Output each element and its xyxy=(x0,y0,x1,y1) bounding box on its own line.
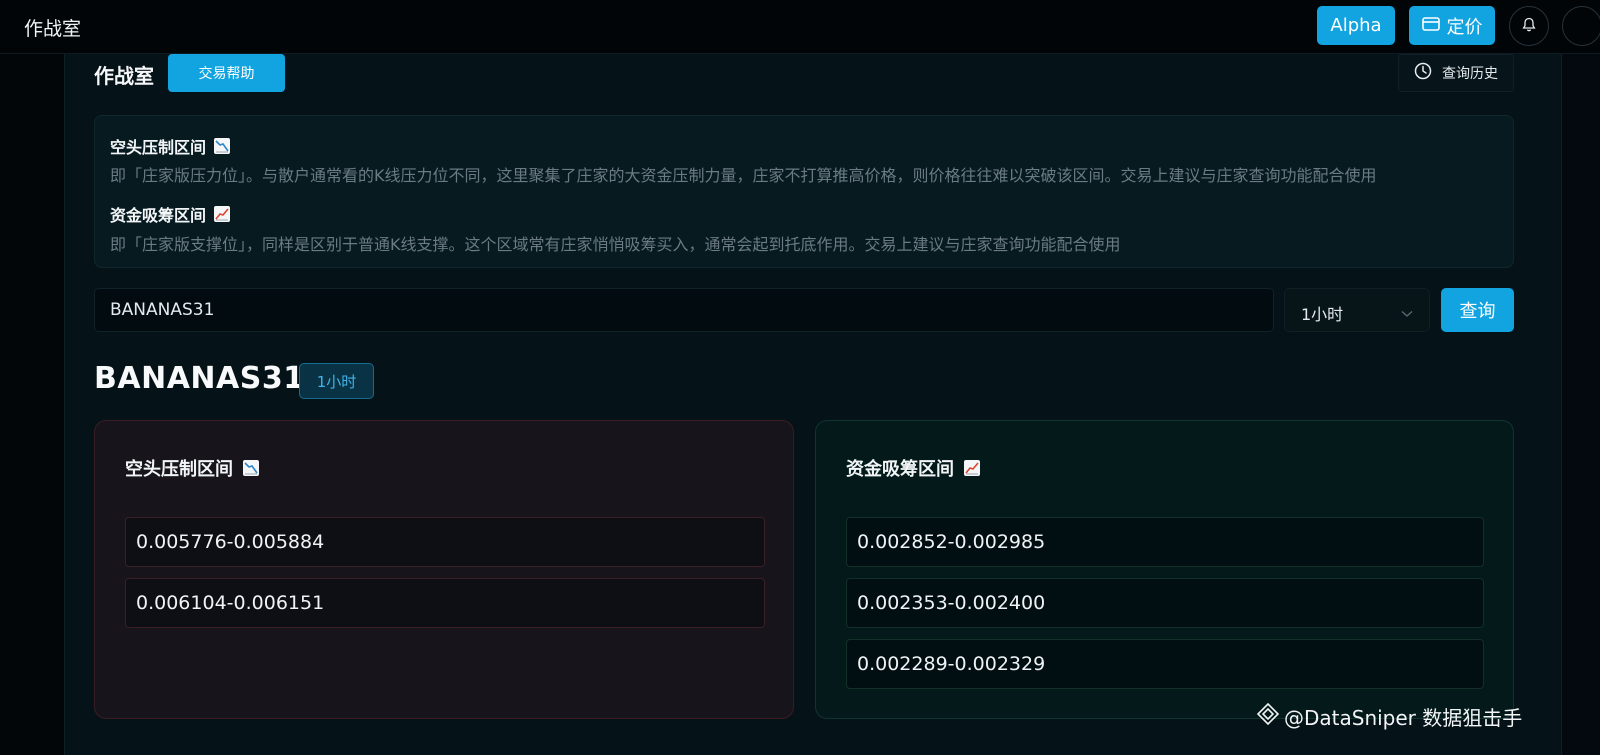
pricing-button-label: 定价 xyxy=(1446,16,1483,38)
alpha-button-label: Alpha xyxy=(1330,15,1382,36)
zone-explanation-box: 空头压制区间 即「庄家版压力位」。与散户通常看的K线压力位不同，这里聚集了庄家的… xyxy=(94,115,1514,268)
long-zone-range: 0.002852-0.002985 xyxy=(846,517,1484,567)
long-zone-card: 资金吸筹区间 0.002852-0.002985 0.002353-0.0024… xyxy=(815,420,1514,719)
chart-increasing-icon xyxy=(214,206,231,222)
result-symbol: BANANAS31 xyxy=(94,361,305,396)
pricing-button[interactable]: 定价 xyxy=(1409,6,1495,45)
short-zone-card-title-text: 空头压制区间 xyxy=(125,459,233,480)
short-zone-range: 0.005776-0.005884 xyxy=(125,517,765,567)
watermark: @DataSniper 数据狙击手 xyxy=(1256,702,1522,731)
long-zone-card-title: 资金吸筹区间 xyxy=(846,455,980,481)
query-button[interactable]: 查询 xyxy=(1441,288,1514,332)
short-zone-card-title: 空头压制区间 xyxy=(125,455,259,481)
alpha-button[interactable]: Alpha xyxy=(1317,6,1395,45)
short-zone-card: 空头压制区间 0.005776-0.005884 0.006104-0.0061… xyxy=(94,420,794,719)
app-title: 作战室 xyxy=(24,18,82,40)
long-zone-description: 即「庄家版支撑位」，同样是区别于普通K线支撑。这个区域常有庄家悄悄吸筹买入，通常… xyxy=(110,235,1121,254)
short-zone-range: 0.006104-0.006151 xyxy=(125,578,765,628)
page-title: 作战室 xyxy=(94,64,154,88)
symbol-search-input[interactable] xyxy=(94,288,1274,332)
interval-select[interactable]: 1小时 xyxy=(1284,288,1430,332)
diamond-logo-icon xyxy=(1256,702,1280,731)
query-button-label: 查询 xyxy=(1459,301,1496,322)
long-zone-range: 0.002289-0.002329 xyxy=(846,639,1484,689)
chart-increasing-icon xyxy=(964,460,980,476)
long-zone-heading: 资金吸筹区间 xyxy=(110,202,231,226)
chart-decreasing-icon xyxy=(214,138,231,154)
short-zone-heading: 空头压制区间 xyxy=(110,134,231,158)
query-history-label: 查询历史 xyxy=(1442,66,1498,82)
short-zone-heading-text: 空头压制区间 xyxy=(110,138,207,157)
card-icon xyxy=(1421,15,1440,36)
clock-icon xyxy=(1414,62,1432,84)
long-zone-range: 0.002353-0.002400 xyxy=(846,578,1484,628)
top-bar: 作战室 Alpha 定价 xyxy=(0,0,1600,54)
bell-icon xyxy=(1522,17,1536,36)
avatar-button[interactable] xyxy=(1562,6,1600,46)
trade-help-label: 交易帮助 xyxy=(198,66,255,82)
sidebar-rail xyxy=(0,54,64,755)
notification-button[interactable] xyxy=(1509,6,1549,46)
trade-help-button[interactable]: 交易帮助 xyxy=(168,54,285,92)
interval-select-value: 1小时 xyxy=(1301,305,1344,324)
long-zone-heading-text: 资金吸筹区间 xyxy=(110,206,207,225)
long-zone-card-title-text: 资金吸筹区间 xyxy=(846,459,954,480)
query-history-button[interactable]: 查询历史 xyxy=(1398,54,1514,92)
chevron-down-icon xyxy=(1401,303,1413,322)
watermark-text: @DataSniper 数据狙击手 xyxy=(1284,706,1523,730)
interval-badge: 1小时 xyxy=(299,363,374,399)
chart-decreasing-icon xyxy=(243,460,259,476)
short-zone-description: 即「庄家版压力位」。与散户通常看的K线压力位不同，这里聚集了庄家的大资金压制力量… xyxy=(110,166,1377,185)
